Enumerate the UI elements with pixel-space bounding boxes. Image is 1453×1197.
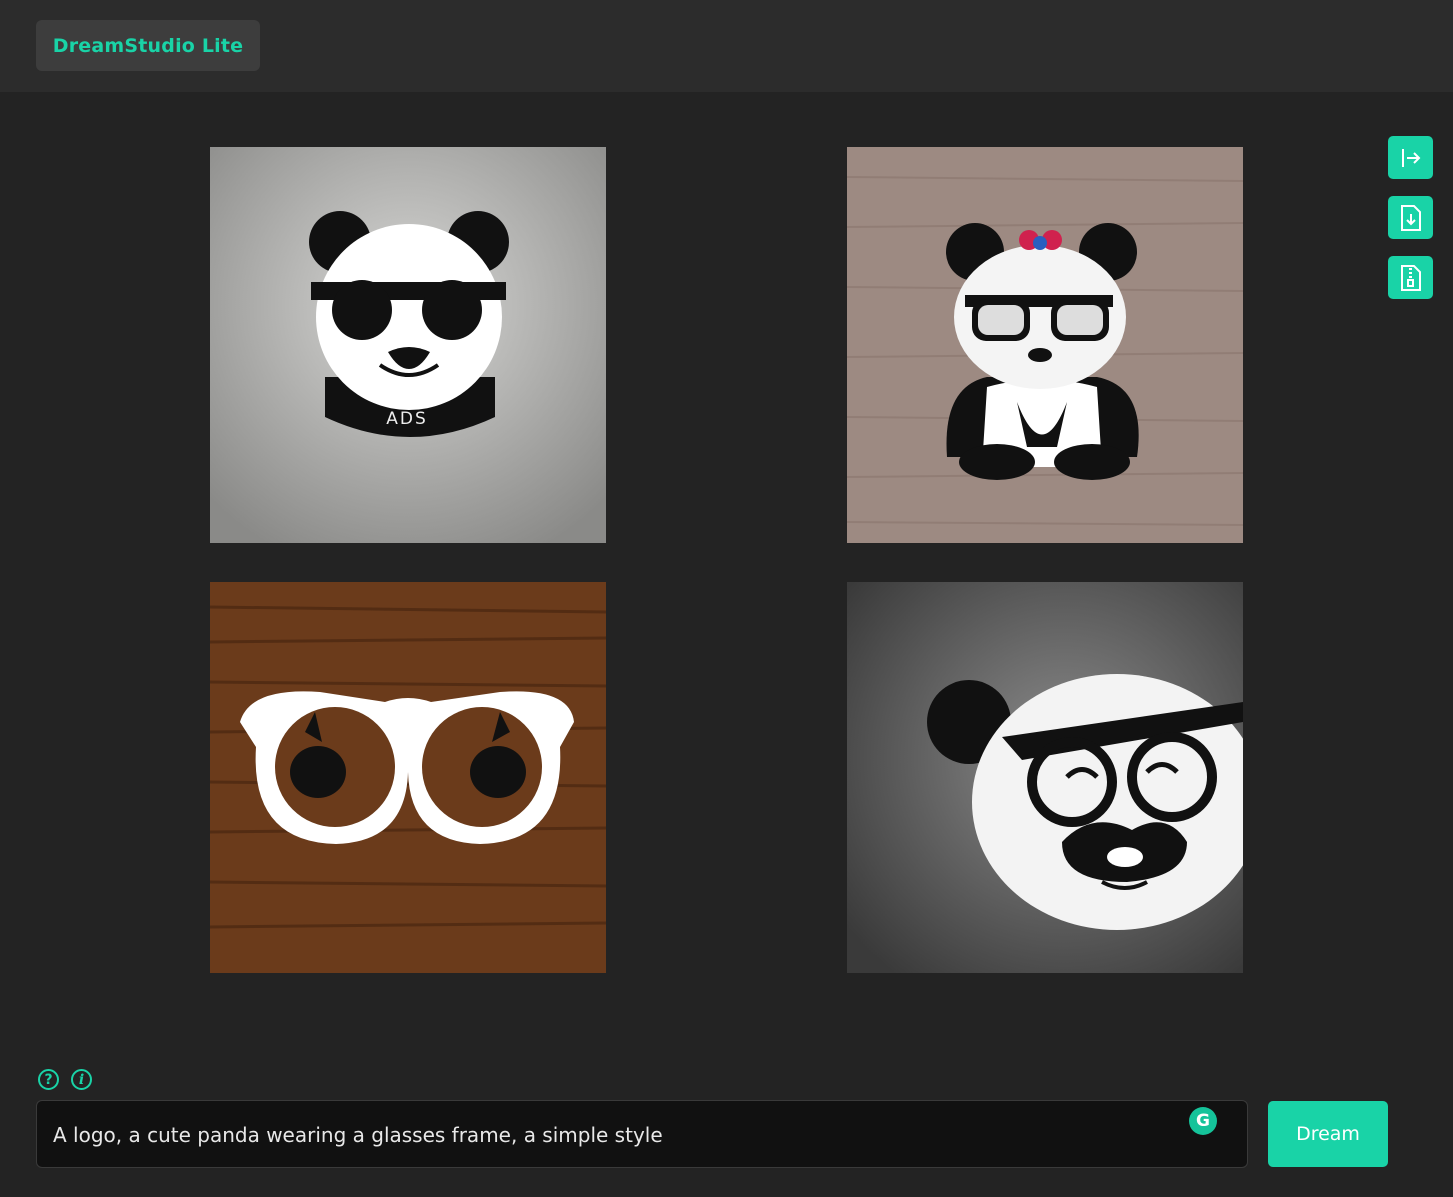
dream-button[interactable]: Dream <box>1268 1101 1388 1167</box>
grammarly-icon[interactable]: G <box>1189 1107 1217 1135</box>
info-icon[interactable]: i <box>71 1069 92 1090</box>
file-zip-icon <box>1400 264 1421 291</box>
collapse-right-icon <box>1401 148 1420 167</box>
help-icons: ? i <box>38 1069 92 1090</box>
file-download-icon <box>1400 204 1421 231</box>
prompt-field[interactable]: G <box>36 1100 1248 1169</box>
generated-image-2[interactable] <box>847 147 1243 543</box>
generated-image-3[interactable] <box>210 582 606 973</box>
download-zip-button[interactable] <box>1388 256 1433 299</box>
collapse-panel-button[interactable] <box>1388 136 1433 179</box>
image-caption-text: ADS <box>386 409 428 429</box>
generated-image-4[interactable] <box>847 582 1243 973</box>
help-icon[interactable]: ? <box>38 1069 59 1090</box>
brand-button[interactable]: DreamStudio Lite <box>36 20 260 71</box>
download-image-button[interactable] <box>1388 196 1433 239</box>
generated-image-1[interactable]: ADS <box>210 147 606 543</box>
top-bar: DreamStudio Lite <box>0 0 1453 92</box>
prompt-input[interactable] <box>51 1101 1175 1169</box>
